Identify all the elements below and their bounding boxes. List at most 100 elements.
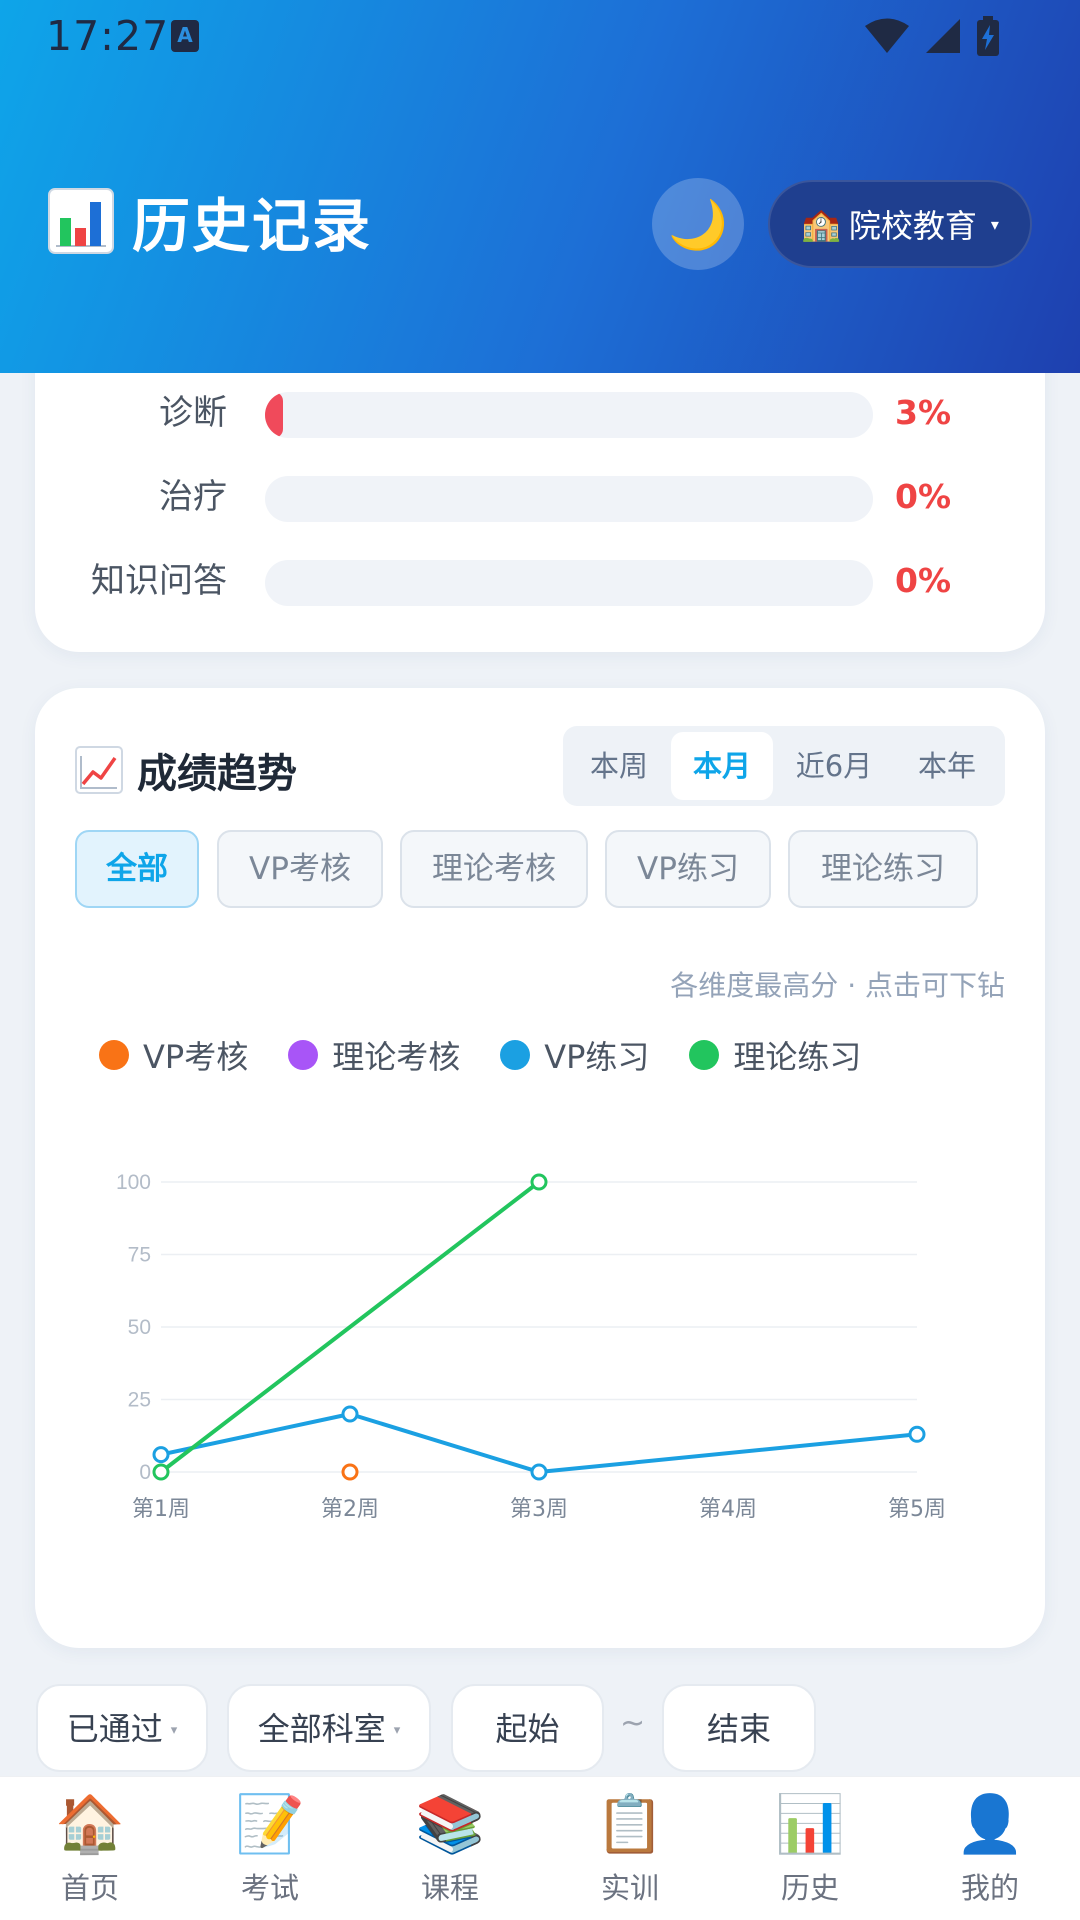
data-point[interactable] — [908, 1425, 926, 1443]
data-point[interactable] — [530, 1173, 548, 1191]
progress-fill — [265, 392, 284, 438]
y-tick-label: 0 — [139, 1461, 151, 1484]
nav-label: 我的 — [960, 1871, 1019, 1905]
x-tick-label: 第5周 — [888, 1497, 946, 1522]
period-6months-button[interactable]: 近6月 — [777, 732, 891, 800]
clipboard-icon: 📋 — [595, 1792, 665, 1857]
date-range-separator: ~ — [620, 1706, 646, 1741]
series-line — [159, 1412, 919, 1474]
progress-label: 诊断 — [159, 393, 227, 433]
progress-row-treatment: 治疗 0% — [35, 472, 1045, 522]
progress-row-knowledge-qa: 知识问答 0% — [35, 556, 1045, 606]
x-tick-label: 第4周 — [699, 1497, 757, 1522]
chevron-down-icon: ▾ — [990, 214, 999, 234]
school-switch-button[interactable]: 🏫 院校教育 ▾ — [768, 180, 1032, 268]
status-time: 17:27 — [46, 12, 170, 60]
page-title-area: 历史记录 — [48, 186, 372, 260]
data-point[interactable] — [152, 1463, 170, 1481]
legend-dot — [500, 1040, 531, 1070]
bottom-nav: 🏠 首页 📝 考试 📚 课程 📋 实训 📊 历史 👤 我的 — [0, 1776, 1080, 1920]
wifi-icon — [865, 18, 909, 53]
department-filter-label: 全部科室 — [257, 1710, 386, 1748]
nav-item-training[interactable]: 📋 实训 — [540, 1787, 720, 1911]
period-selector: 本周 本月 近6月 本年 — [563, 726, 1005, 806]
y-tick-label: 25 — [128, 1389, 151, 1412]
legend-label: 理论练习 — [733, 1038, 862, 1076]
trend-header: 成绩趋势 — [75, 740, 297, 800]
period-year-button[interactable]: 本年 — [895, 732, 999, 800]
legend-dot — [99, 1040, 129, 1070]
notification-icon: A — [171, 20, 199, 52]
nav-item-exam[interactable]: 📝 考试 — [180, 1787, 360, 1911]
data-point[interactable] — [341, 1463, 359, 1481]
signal-icon — [926, 19, 960, 53]
progress-value: 0% — [895, 561, 952, 600]
chart-legend: VP考核 理论考核 VP练习 理论练习 — [99, 1030, 901, 1080]
legend-item-vp-practice[interactable]: VP练习 — [500, 1032, 649, 1078]
nav-item-history[interactable]: 📊 历史 — [720, 1787, 900, 1911]
progress-label: 治疗 — [159, 477, 227, 517]
x-tick-label: 第1周 — [132, 1497, 190, 1522]
progress-track — [265, 392, 873, 438]
progress-track — [265, 476, 873, 522]
bar-chart-icon: 📊 — [775, 1792, 845, 1857]
nav-label: 考试 — [240, 1871, 299, 1905]
app-header: 17:27 A 历史记录 🌙 🏫 院校教育 ▾ — [0, 0, 1080, 373]
legend-item-theory-practice[interactable]: 理论练习 — [689, 1032, 861, 1078]
progress-label: 知识问答 — [91, 561, 227, 601]
legend-label: 理论考核 — [332, 1038, 461, 1076]
x-tick-label: 第2周 — [321, 1497, 379, 1522]
progress-value: 3% — [895, 393, 952, 432]
bar-chart-icon — [48, 188, 114, 254]
period-week-button[interactable]: 本周 — [569, 732, 669, 800]
nav-label: 实训 — [600, 1871, 659, 1905]
nav-label: 历史 — [780, 1871, 839, 1905]
filter-chip-vp-practice[interactable]: VP练习 — [605, 830, 771, 908]
trend-line-chart[interactable]: 0 25 50 75 100 第1周 第2周 第3周 第4周 第5周 — [35, 1148, 1045, 1548]
theme-toggle-button[interactable]: 🌙 — [652, 178, 744, 270]
filter-chip-theory-practice[interactable]: 理论练习 — [788, 830, 978, 908]
legend-dot — [288, 1040, 319, 1070]
legend-item-vp-exam[interactable]: VP考核 — [99, 1032, 248, 1078]
data-point[interactable] — [341, 1405, 359, 1423]
nav-label: 课程 — [420, 1871, 479, 1905]
user-icon: 👤 — [955, 1792, 1025, 1857]
nav-item-mine[interactable]: 👤 我的 — [900, 1787, 1080, 1911]
page-title: 历史记录 — [132, 192, 373, 260]
filter-chip-vp-exam[interactable]: VP考核 — [217, 830, 383, 908]
moon-icon: 🌙 — [668, 196, 728, 253]
nav-item-home[interactable]: 🏠 首页 — [0, 1787, 180, 1911]
data-point[interactable] — [152, 1446, 170, 1464]
chart-hint: 各维度最高分 · 点击可下钻 — [670, 969, 1005, 1002]
trend-title: 成绩趋势 — [137, 751, 297, 797]
score-trend-card: 成绩趋势 本周 本月 近6月 本年 全部 VP考核 理论考核 VP练习 理论练习… — [35, 688, 1045, 1648]
status-bar: 17:27 A — [0, 0, 1080, 70]
y-tick-label: 50 — [128, 1316, 151, 1339]
filter-chip-theory-exam[interactable]: 理论考核 — [400, 830, 588, 908]
legend-item-theory-exam[interactable]: 理论考核 — [288, 1032, 460, 1078]
start-date-button[interactable]: 起始 — [451, 1684, 604, 1772]
books-icon: 📚 — [415, 1792, 485, 1857]
nav-item-course[interactable]: 📚 课程 — [360, 1787, 540, 1911]
status-filter-dropdown[interactable]: 已通过 ▾ — [36, 1684, 208, 1772]
period-month-button[interactable]: 本月 — [671, 732, 773, 800]
y-tick-label: 75 — [128, 1244, 151, 1267]
filter-chip-all[interactable]: 全部 — [75, 830, 199, 908]
x-tick-label: 第3周 — [510, 1497, 568, 1522]
school-icon: 🏫 — [801, 205, 841, 243]
status-icons — [864, 16, 1000, 56]
y-tick-label: 100 — [116, 1171, 151, 1194]
legend-dot — [689, 1040, 720, 1070]
progress-value: 0% — [895, 477, 952, 516]
status-filter-label: 已通过 — [66, 1710, 163, 1748]
progress-row-diagnosis: 诊断 3% — [35, 388, 1045, 438]
trend-up-icon — [75, 746, 123, 794]
department-filter-dropdown[interactable]: 全部科室 ▾ — [227, 1684, 431, 1772]
data-point[interactable] — [530, 1463, 548, 1481]
chevron-down-icon: ▾ — [170, 1723, 178, 1738]
battery-charging-icon — [977, 16, 999, 56]
nav-label: 首页 — [60, 1871, 119, 1905]
memo-icon: 📝 — [235, 1792, 305, 1857]
end-date-button[interactable]: 结束 — [662, 1684, 816, 1772]
home-icon: 🏠 — [55, 1792, 125, 1857]
